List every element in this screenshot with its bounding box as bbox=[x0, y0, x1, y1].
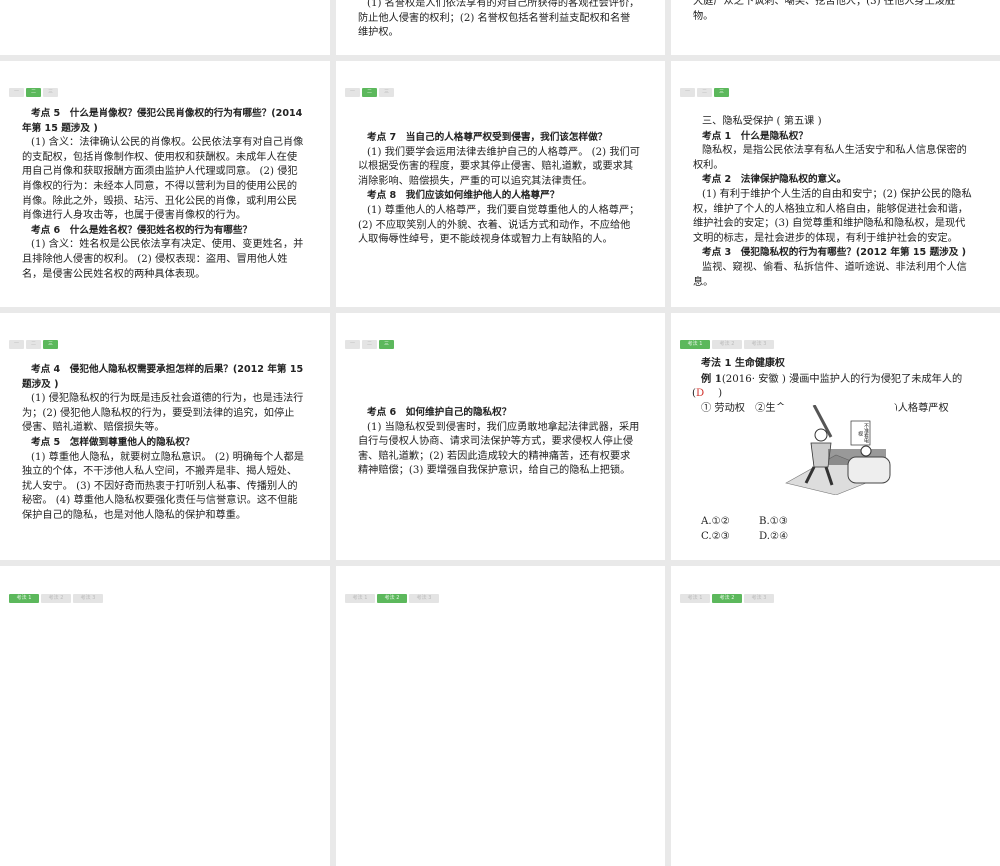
heading-text: 生命健康权 bbox=[734, 358, 785, 369]
section-tab-3[interactable]: 三 bbox=[43, 340, 58, 349]
choice-d: D.②④ bbox=[759, 530, 789, 542]
section-tab-2[interactable]: 考法 2 bbox=[41, 594, 71, 603]
section-tab-1[interactable]: 考法 1 bbox=[680, 340, 710, 349]
section-tab-2[interactable]: 考法 2 bbox=[377, 594, 407, 603]
paragraph: (1) 我们要学会运用法律去维护自己的人格尊严。 (2) 我们可以根据受伤害的程… bbox=[358, 146, 640, 187]
slide-r2c2[interactable]: 一二三考点 7 当自己的人格尊严权受到侵害，我们该怎样做？ (1) 我们要学会运用… bbox=[336, 61, 665, 307]
choice-a: A.①② bbox=[701, 516, 730, 527]
comic-sign: 不准看电视 bbox=[857, 423, 869, 443]
slide-text: 大庭广众之下讽刺、嘲笑、挖苦他人；(3) 往他人身上泼脏物。 bbox=[693, 0, 975, 24]
point-heading: 考点 4 侵犯他人隐私权需要承担怎样的后果？(2012 年第 15 题涉及 ) bbox=[22, 364, 304, 390]
slide-r3c1[interactable]: 一二三考点 4 侵犯他人隐私权需要承担怎样的后果？(2012 年第 15 题涉及… bbox=[0, 313, 330, 560]
slide-r2c3[interactable]: 一二三三、隐私受保护 ( 第五课 ) 考点 1 什么是隐私权？ 隐私权，是指公民依法… bbox=[671, 61, 1000, 307]
heading-prefix: 考法 1 bbox=[701, 358, 735, 369]
paragraph: (1) 含义：姓名权是公民依法享有决定、使用、变更姓名，并且排除他人侵害的权利。… bbox=[22, 239, 304, 280]
section-tabs: 一二三 bbox=[9, 340, 58, 349]
slide-r3c2[interactable]: 一二三考点 6 如何维护自己的隐私权？ (1) 当隐私权受到侵害时，我们应勇敢地拿… bbox=[336, 313, 665, 560]
slide-text: 考点 5 什么是肖像权？侵犯公民肖像权的行为有哪些？(2014 年第 15 题涉… bbox=[22, 107, 304, 282]
section-tab-3[interactable]: 三 bbox=[714, 88, 729, 97]
point-heading: 考点 8 我们应该如何维护他人的人格尊严？ bbox=[367, 190, 560, 202]
section-tabs: 考法 1 考法 2 考法 3 bbox=[680, 340, 774, 349]
option-right: )人格尊严权 bbox=[893, 402, 949, 414]
paragraph: (1) 有利于维护个人生活的自由和安宁；(2) 保护公民的隐私权，维护了个人的人… bbox=[693, 188, 972, 244]
slide-r1c1[interactable] bbox=[0, 0, 330, 55]
paragraph: (1) 当隐私权受到侵害时，我们应勇敢地拿起法律武器，采用自行与侵权人协商、请求… bbox=[358, 421, 640, 477]
section-tabs: 一二三 bbox=[9, 88, 58, 97]
slide-text: 考点 7 当自己的人格尊严权受到侵害，我们该怎样做？ (1) 我们要学会运用法律去… bbox=[358, 131, 640, 248]
point-heading: 考点 1 什么是隐私权？ bbox=[702, 130, 808, 142]
paragraph: 大庭广众之下讽刺、嘲笑、挖苦他人；(3) 往他人身上泼脏物。 bbox=[693, 0, 956, 22]
question-label: 例 1 bbox=[701, 372, 722, 385]
section-tab-3[interactable]: 三 bbox=[379, 340, 394, 349]
paragraph: (1) 侵犯隐私权的行为既是违反社会道德的行为，也是违法行为；(2) 侵犯他人隐… bbox=[22, 393, 304, 434]
section-tab-2[interactable]: 考法 2 bbox=[712, 340, 742, 349]
section-tab-3[interactable]: 考法 3 bbox=[73, 594, 103, 603]
section-tab-1[interactable]: 一 bbox=[345, 340, 360, 349]
paragraph: (1) 尊重他人的人格尊严，我们要自觉尊重他人的人格尊严；(2) 不应取笑别人的… bbox=[358, 204, 640, 246]
paragraph: 隐私权，是指公民依法享有私人生活安宁和私人信息保密的权利。 bbox=[693, 145, 967, 171]
slide-r3c3[interactable]: 考法 1 考法 2 考法 3 考法 1 生命健康权 例 1(2016· 安徽 ) 漫… bbox=[671, 313, 1000, 560]
point-heading: 考点 3 侵犯隐私权的行为有哪些？(2012 年第 15 题涉及 ) bbox=[702, 247, 967, 259]
slide-r1c2[interactable]: (1) 名誉权是人们依法享有的对自己所获得的客观社会评价，防止他人侵害的权利；(… bbox=[336, 0, 665, 55]
paragraph: (1) 名誉权是人们依法享有的对自己所获得的客观社会评价，防止他人侵害的权利；(… bbox=[358, 0, 640, 39]
slide-r4c3[interactable]: 考法 1 考法 2 考法 3 bbox=[671, 566, 1000, 866]
section-tabs: 一二三 bbox=[680, 88, 729, 97]
section-tab-2[interactable]: 二 bbox=[362, 340, 377, 349]
point-heading: 考点 2 法律保护隐私权的意义。 bbox=[702, 174, 847, 186]
section-tab-2[interactable]: 二 bbox=[26, 340, 41, 349]
slide-r4c1[interactable]: 考法 1 考法 2 考法 3 bbox=[0, 566, 330, 866]
point-heading: 考点 7 当自己的人格尊严权受到侵害，我们该怎样做？ bbox=[367, 132, 608, 143]
example-heading: 考法 1 生命健康权 bbox=[701, 357, 991, 372]
section-tab-2[interactable]: 考法 2 bbox=[712, 594, 742, 603]
comic-illustration bbox=[776, 405, 896, 495]
section-tab-1[interactable]: 考法 1 bbox=[680, 594, 710, 603]
section-tab-3[interactable]: 考法 3 bbox=[744, 594, 774, 603]
slide-r1c3[interactable]: 大庭广众之下讽刺、嘲笑、挖苦他人；(3) 往他人身上泼脏物。 bbox=[671, 0, 1000, 55]
section-tabs: 考法 1 考法 2 考法 3 bbox=[9, 594, 103, 603]
section-tab-1[interactable]: 一 bbox=[9, 340, 24, 349]
paragraph: 三、隐私受保护 ( 第五课 ) bbox=[702, 116, 822, 127]
slide-text: 考点 4 侵犯他人隐私权需要承担怎样的后果？(2012 年第 15 题涉及 ) (… bbox=[22, 363, 304, 524]
paragraph: 监视、窥视、偷看、私拆信件、道听途说、非法利用个人信息。 bbox=[693, 261, 967, 288]
answer-line: (D) bbox=[692, 387, 991, 402]
paragraph: (1) 尊重他人隐私，就要树立隐私意识。 (2) 明确每个人都是独立的个体，不干… bbox=[22, 451, 304, 521]
section-tab-2[interactable]: 二 bbox=[362, 88, 377, 97]
paragraph: (1) 含义：法律确认公民的肖像权。公民依法享有对自己肖像的支配权，包括肖像制作… bbox=[22, 137, 304, 222]
section-tab-1[interactable]: 考法 1 bbox=[9, 594, 39, 603]
section-tab-3[interactable]: 考法 3 bbox=[409, 594, 439, 603]
point-heading: 考点 5 什么是肖像权？侵犯公民肖像权的行为有哪些？(2014 年第 15 题涉… bbox=[22, 108, 303, 134]
choice-c: C.②③ bbox=[701, 530, 730, 542]
choice-b: B.①③ bbox=[759, 516, 788, 527]
slide-text: 三、隐私受保护 ( 第五课 ) 考点 1 什么是隐私权？ 隐私权，是指公民依法享有私… bbox=[693, 115, 975, 290]
slide-r4c2[interactable]: 考法 1 考法 2 考法 3 bbox=[336, 566, 665, 866]
slide-text: (1) 名誉权是人们依法享有的对自己所获得的客观社会评价，防止他人侵害的权利；(… bbox=[358, 0, 640, 41]
section-tab-2[interactable]: 二 bbox=[697, 88, 712, 97]
example-question: 例 1(2016· 安徽 ) 漫画中监护人的行为侵犯了未成年人的 bbox=[701, 372, 991, 388]
section-tabs: 考法 1 考法 2 考法 3 bbox=[345, 594, 439, 603]
section-tabs: 考法 1 考法 2 考法 3 bbox=[680, 594, 774, 603]
point-heading: 考点 5 怎样做到尊重他人的隐私权？ bbox=[31, 436, 195, 448]
question-text: (2016· 安徽 ) 漫画中监护人的行为侵犯了未成年人的 bbox=[721, 373, 963, 385]
section-tab-1[interactable]: 一 bbox=[9, 88, 24, 97]
section-tab-3[interactable]: 三 bbox=[379, 88, 394, 97]
section-tab-1[interactable]: 考法 1 bbox=[345, 594, 375, 603]
slide-text: 考点 6 如何维护自己的隐私权？ (1) 当隐私权受到侵害时，我们应勇敢地拿起法律… bbox=[358, 406, 640, 479]
answer: D bbox=[695, 388, 705, 400]
section-tab-1[interactable]: 一 bbox=[680, 88, 695, 97]
section-tab-2[interactable]: 二 bbox=[26, 88, 41, 97]
section-tab-1[interactable]: 一 bbox=[345, 88, 360, 97]
choice-grid: A.①② B.①③ C.②③ D.②④ bbox=[701, 515, 901, 544]
option-left: ① 劳动权 ②生命 bbox=[701, 402, 786, 414]
point-heading: 考点 6 如何维护自己的隐私权？ bbox=[367, 407, 512, 418]
section-tab-3[interactable]: 考法 3 bbox=[744, 340, 774, 349]
slide-r2c1[interactable]: 一二三考点 5 什么是肖像权？侵犯公民肖像权的行为有哪些？(2014 年第 15… bbox=[0, 61, 330, 307]
choices: A.①② B.①③ C.②③ D.②④ bbox=[701, 515, 901, 544]
section-tabs: 一二三 bbox=[345, 340, 394, 349]
section-tab-3[interactable]: 三 bbox=[43, 88, 58, 97]
paren-close: ) bbox=[718, 388, 723, 400]
point-heading: 考点 6 什么是姓名权？侵犯姓名权的行为有哪些？ bbox=[31, 224, 253, 236]
section-tabs: 一二三 bbox=[345, 88, 394, 97]
